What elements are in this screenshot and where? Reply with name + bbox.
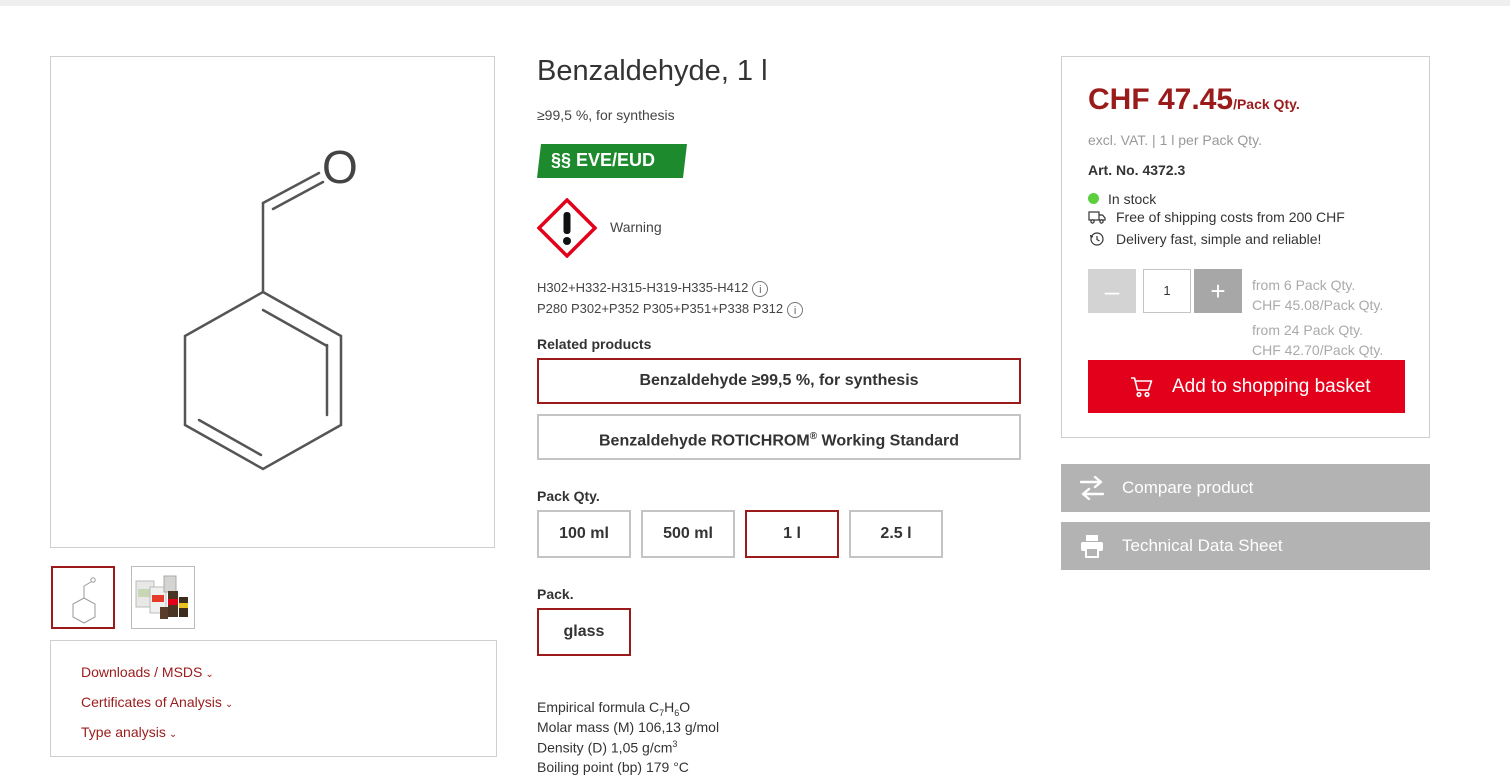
delivery-info: Delivery fast, simple and reliable! <box>1088 231 1321 247</box>
density: Density (D) 1,05 g/cm3 <box>537 739 677 756</box>
stock-status: In stock <box>1088 191 1156 207</box>
pack-qty-label: Pack Qty. <box>537 488 600 504</box>
tier-price-6: from 6 Pack Qty. CHF 45.08/Pack Qty. <box>1252 275 1383 315</box>
eve-eud-badge: §§ EVE/EUD <box>537 144 687 178</box>
benzaldehyde-structure-image: O <box>183 141 358 471</box>
tier-6-quantity: from 6 Pack Qty. <box>1252 277 1356 293</box>
price: CHF 47.45/Pack Qty. <box>1088 83 1300 117</box>
clock-icon <box>1089 232 1104 246</box>
tier-6-price: CHF 45.08/Pack Qty. <box>1252 297 1384 313</box>
quantity-increase-button[interactable]: + <box>1194 269 1242 313</box>
density-text: Density (D) 1,05 g/cm <box>537 739 673 756</box>
pack-qty-option-100ml[interactable]: 100 ml <box>537 510 631 558</box>
downloads-msds-link[interactable]: Downloads / MSDS ⌄ <box>81 664 214 680</box>
cart-icon <box>1131 377 1153 398</box>
thumbnail-product-photo[interactable] <box>131 566 195 629</box>
chevron-down-icon: ⌄ <box>224 699 234 710</box>
top-bar <box>0 0 1510 6</box>
price-unit: /Pack Qty. <box>1233 96 1300 112</box>
add-to-basket-button[interactable]: Add to shopping basket <box>1088 360 1405 413</box>
certificates-label: Certificates of Analysis <box>81 694 222 710</box>
related-product-rotichrom[interactable]: Benzaldehyde ROTICHROM® Working Standard <box>537 414 1021 460</box>
molar-mass: Molar mass (M) 106,13 g/mol <box>537 719 720 735</box>
shipping-info: Free of shipping costs from 200 CHF <box>1088 209 1345 225</box>
pack-qty-option-2-5l[interactable]: 2.5 l <box>849 510 943 558</box>
related-product-rotichrom-suffix: Working Standard <box>817 432 960 450</box>
hazard-signal-word: Warning <box>610 219 662 235</box>
stock-text: In stock <box>1108 191 1157 207</box>
formula-h-symbol: H <box>664 699 675 715</box>
vat-note: excl. VAT. | 1 l per Pack Qty. <box>1088 132 1263 148</box>
purchase-panel: CHF 47.45/Pack Qty. excl. VAT. | 1 l per… <box>1061 56 1430 438</box>
product-subtitle: ≥99,5 %, for synthesis <box>537 107 675 123</box>
technical-data-sheet-label: Technical Data Sheet <box>1122 536 1283 555</box>
p-statements-text: P280 P302+P352 P305+P351+P338 P312 <box>537 301 784 316</box>
ghs-exclamation-icon <box>536 197 598 259</box>
downloads-panel: Downloads / MSDS ⌄ Certificates of Analys… <box>50 640 497 757</box>
tier-24-price: CHF 42.70/Pack Qty. <box>1252 342 1384 358</box>
downloads-msds-label: Downloads / MSDS <box>81 664 203 680</box>
tier-24-quantity: from 24 Pack Qty. <box>1252 322 1363 338</box>
info-icon[interactable]: i <box>787 301 804 318</box>
truck-icon <box>1088 211 1106 224</box>
related-product-synthesis[interactable]: Benzaldehyde ≥99,5 %, for synthesis <box>537 358 1021 404</box>
h-statements-text: H302+H332-H315-H319-H335-H412 <box>537 280 749 295</box>
related-product-synthesis-label: Benzaldehyde ≥99,5 %, for synthesis <box>639 372 919 389</box>
thumbnail-structure[interactable] <box>51 566 115 629</box>
p-statements: P280 P302+P352 P305+P351+P338 P312 i <box>537 301 804 318</box>
formula-prefix: Empirical formula C <box>537 699 660 715</box>
add-to-basket-label: Add to shopping basket <box>1172 376 1371 397</box>
product-main-image[interactable]: O <box>50 56 495 548</box>
compare-product-button[interactable]: Compare product <box>1061 464 1430 512</box>
type-analysis-label: Type analysis <box>81 724 166 740</box>
in-stock-indicator-icon <box>1088 192 1099 204</box>
pack-qty-option-1l[interactable]: 1 l <box>745 510 839 558</box>
product-title: Benzaldehyde, 1 l <box>537 55 768 87</box>
registered-mark: ® <box>809 431 818 442</box>
boiling-point: Boiling point (bp) 179 °C <box>537 759 689 775</box>
eve-eud-badge-label: §§ EVE/EUD <box>551 150 656 170</box>
price-value: CHF 47.45 <box>1088 83 1234 116</box>
printer-icon <box>1081 535 1103 558</box>
empirical-formula: Empirical formula C7H6O <box>537 699 690 718</box>
h-statements: H302+H332-H315-H319-H335-H412 i <box>537 280 769 297</box>
svg-text:O: O <box>322 141 358 193</box>
technical-data-sheet-button[interactable]: Technical Data Sheet <box>1061 522 1430 570</box>
shipping-text: Free of shipping costs from 200 CHF <box>1116 209 1345 225</box>
delivery-text: Delivery fast, simple and reliable! <box>1116 231 1322 247</box>
certificates-link[interactable]: Certificates of Analysis ⌄ <box>81 694 233 710</box>
type-analysis-link[interactable]: Type analysis ⌄ <box>81 724 177 740</box>
density-unit-exponent: 3 <box>672 739 678 749</box>
compare-product-label: Compare product <box>1122 478 1254 497</box>
tier-price-24: from 24 Pack Qty. CHF 42.70/Pack Qty. <box>1252 320 1383 360</box>
formula-o-symbol: O <box>679 699 691 715</box>
pack-label: Pack. <box>537 586 574 602</box>
chevron-down-icon: ⌄ <box>168 729 178 740</box>
quantity-input[interactable]: 1 <box>1143 269 1191 313</box>
related-products-label: Related products <box>537 336 652 352</box>
compare-arrows-icon <box>1079 476 1105 500</box>
pack-qty-option-500ml[interactable]: 500 ml <box>641 510 735 558</box>
quantity-decrease-button[interactable]: – <box>1088 269 1136 313</box>
info-icon[interactable]: i <box>752 280 769 297</box>
article-number: Art. No. 4372.3 <box>1088 162 1186 178</box>
chevron-down-icon: ⌄ <box>205 669 214 680</box>
pack-option-glass[interactable]: glass <box>537 608 631 656</box>
related-product-rotichrom-label: Benzaldehyde ROTICHROM <box>599 432 810 450</box>
